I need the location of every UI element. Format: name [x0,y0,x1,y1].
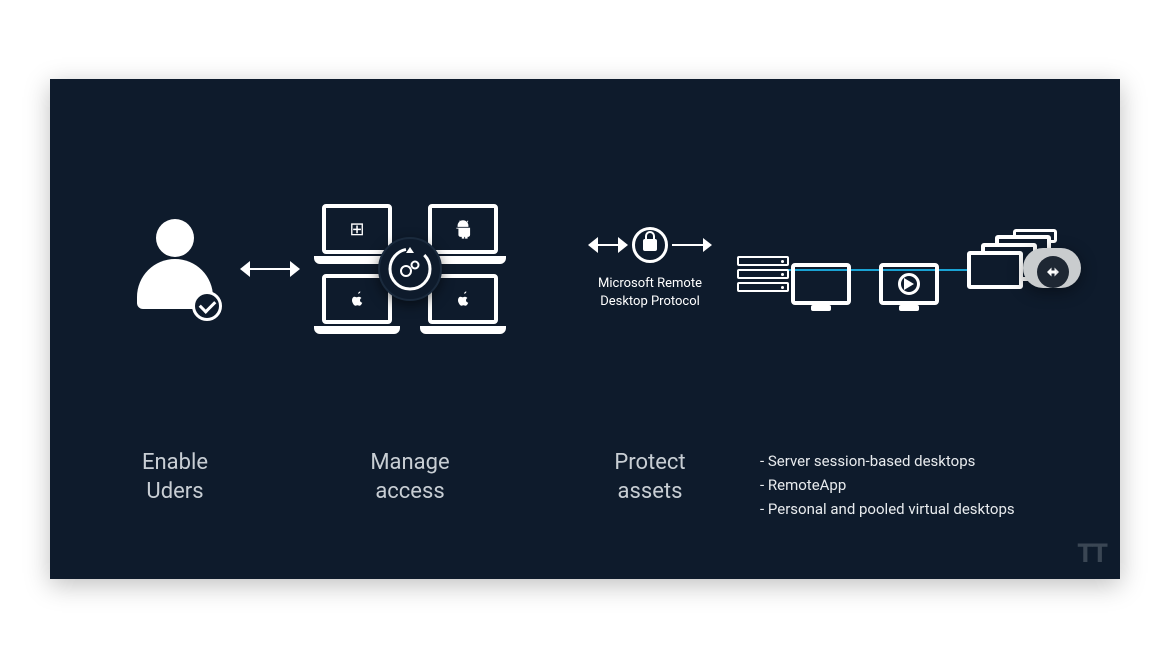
bullet-2: RemoteApp [760,473,1060,497]
diagram-row: ⊞ [110,169,1060,369]
sync-gears-badge-icon [378,237,442,301]
rdp-label-line1: Microsoft Remote [598,275,702,293]
bullet-3: Personal and pooled virtual desktops [760,497,1060,521]
arrow-users-to-devices [240,259,300,279]
cloud-rdp-badge-icon [1023,248,1081,306]
labels-row: Enable Uders Manage access Protect asset… [110,449,1060,521]
label-manage-access: Manage access [300,449,520,506]
label-protect-l1: Protect [580,449,720,478]
desktop-monitor-icon [791,263,851,305]
label-enable-l1: Enable [110,449,240,478]
rdp-label: Microsoft Remote Desktop Protocol [598,275,702,310]
lock-icon [643,239,657,251]
label-protect-assets: Protect assets [580,449,720,506]
label-enable-users: Enable Uders [110,449,240,506]
label-manage-l1: Manage [300,449,520,478]
server-rack-icon [737,256,789,292]
apple-icon [454,290,472,308]
checkmark-icon [192,291,222,321]
bullet-1: Server session-based desktops [760,449,1060,473]
diagram-slide: ⊞ [50,79,1120,579]
label-protect-l2: assets [580,478,720,507]
rdp-label-line2: Desktop Protocol [598,293,702,311]
label-enable-l2: Uders [110,478,240,507]
user-verified-icon [130,219,220,319]
rdp-arrows-icon [1044,263,1062,281]
double-arrow-icon [240,259,300,279]
lock-circle-icon [632,227,668,263]
watermark-logo: TT [1077,539,1106,569]
enable-users-column [110,219,240,319]
manage-access-column: ⊞ [300,204,520,334]
protect-assets-column: Microsoft Remote Desktop Protocol [580,227,720,310]
windows-os-glyph: ⊞ [349,219,364,240]
cloud-boundary-box [740,269,1060,271]
apple-icon [348,290,366,308]
double-arrow-left-icon [588,235,628,255]
remoteapp-monitor-icon [879,263,939,305]
label-manage-l2: access [300,478,520,507]
bullet-list: Server session-based desktops RemoteApp … [720,449,1060,521]
android-icon [453,219,473,239]
right-arrow-icon [672,237,712,253]
